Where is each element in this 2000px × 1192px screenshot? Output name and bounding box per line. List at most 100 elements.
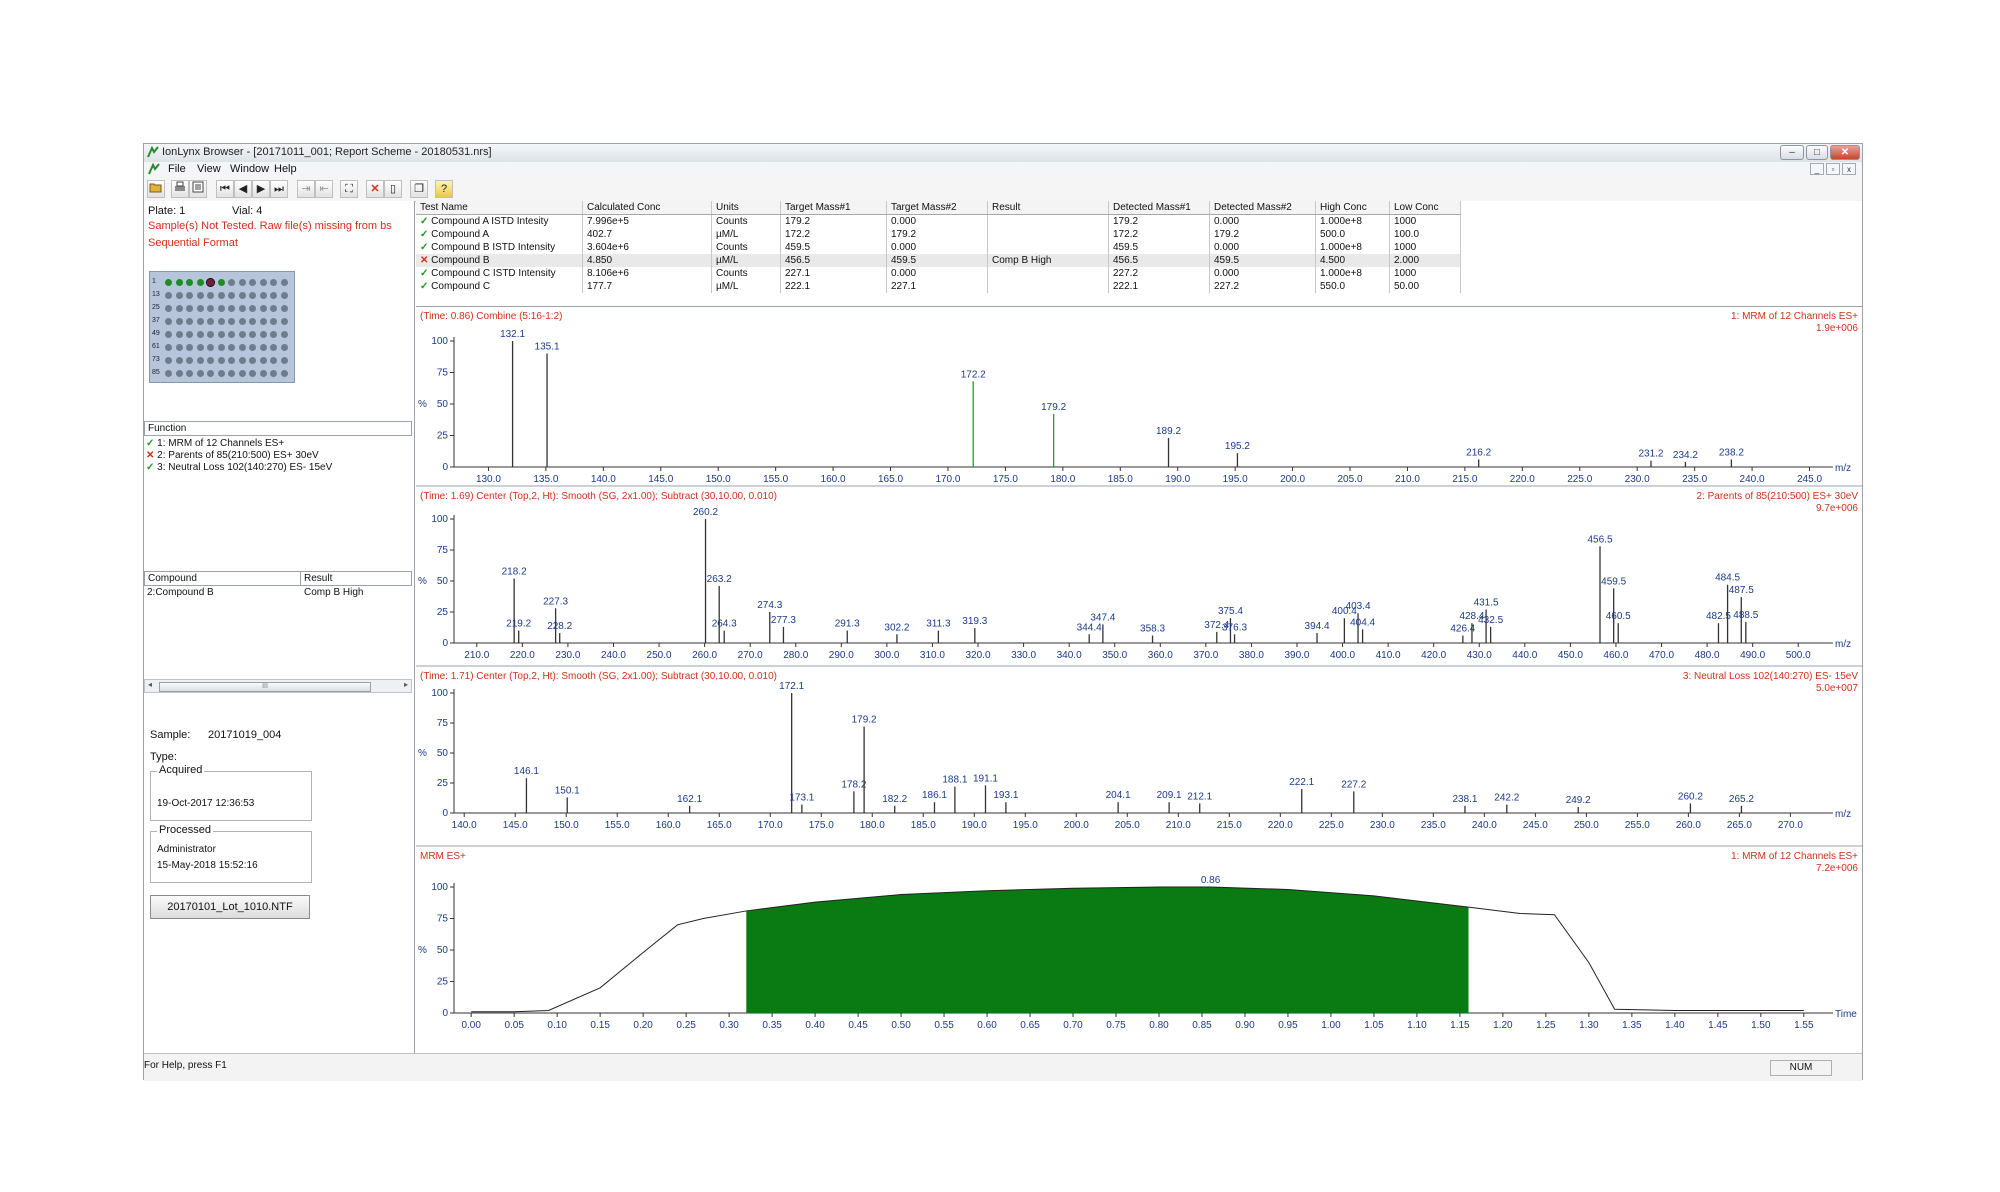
table-cell[interactable]: 456.5 <box>1108 254 1210 267</box>
table-cell[interactable] <box>987 241 1109 254</box>
table-cell[interactable]: 8.106e+6 <box>582 267 712 280</box>
plate-well[interactable] <box>217 318 225 325</box>
plate-well[interactable] <box>280 279 288 286</box>
plate-well[interactable] <box>270 370 277 377</box>
plate-well[interactable] <box>196 331 204 338</box>
plate-well[interactable] <box>217 370 225 377</box>
table-cell[interactable]: 3.604e+6 <box>582 241 712 254</box>
table-cell[interactable]: 2.000 <box>1389 254 1461 267</box>
table-cell[interactable]: 50.00 <box>1389 280 1461 293</box>
mdi-close-button[interactable]: x <box>1842 163 1856 175</box>
mdi-minimize-button[interactable]: _ <box>1810 163 1824 175</box>
plate-well[interactable] <box>175 279 183 286</box>
plate-well[interactable] <box>259 279 267 286</box>
table-cell[interactable]: 0.000 <box>886 267 988 280</box>
print-icon[interactable] <box>171 180 189 198</box>
plate-well[interactable] <box>207 344 214 351</box>
plate-well[interactable] <box>249 331 256 338</box>
plate-well[interactable] <box>228 357 235 364</box>
plate-well[interactable] <box>270 318 277 325</box>
plate-well[interactable] <box>270 292 277 299</box>
function-item-3[interactable]: ✓ 3: Neutral Loss 102(140:270) ES- 15eV <box>146 462 332 474</box>
plate-well[interactable] <box>196 292 204 299</box>
table-cell[interactable]: 179.2 <box>1108 214 1210 228</box>
column-header[interactable]: Low Conc <box>1389 201 1461 215</box>
plate-well[interactable] <box>228 292 235 299</box>
plate-well[interactable] <box>175 344 183 351</box>
plate-well[interactable] <box>175 331 183 338</box>
table-cell[interactable]: 1000 <box>1389 267 1461 280</box>
zoom-in-icon[interactable]: ⇥ <box>297 180 315 198</box>
plate-well[interactable] <box>259 331 267 338</box>
table-cell[interactable]: 459.5 <box>1209 254 1316 267</box>
plate-well[interactable] <box>207 331 214 338</box>
column-header[interactable]: Calculated Conc <box>582 201 712 215</box>
compound-column-header[interactable]: Compound <box>144 571 301 586</box>
plate-well[interactable] <box>238 344 246 351</box>
column-header[interactable]: Detected Mass#1 <box>1108 201 1210 215</box>
copy-icon[interactable]: ❐ <box>410 180 428 198</box>
plate-map[interactable]: 1 13 25 37 49 61 73 85 <box>149 271 295 383</box>
table-row[interactable]: ✓ Compound C ISTD Intensity 8.106e+6 Count… <box>416 267 1461 280</box>
plate-well[interactable] <box>165 318 172 325</box>
plate-well[interactable] <box>175 305 183 312</box>
plate-well[interactable] <box>196 318 204 325</box>
table-cell[interactable]: 222.1 <box>780 280 887 293</box>
next-icon[interactable]: ▶ <box>252 180 270 198</box>
column-header[interactable]: Target Mass#2 <box>886 201 988 215</box>
table-cell[interactable] <box>987 280 1109 293</box>
plate-well[interactable] <box>259 370 267 377</box>
table-cell[interactable]: 100.0 <box>1389 228 1461 241</box>
last-icon[interactable]: ⏭ <box>270 180 288 198</box>
table-cell[interactable]: 0.000 <box>886 214 988 228</box>
plate-well[interactable] <box>280 318 288 325</box>
plate-well[interactable] <box>186 318 193 325</box>
plate-well[interactable] <box>165 279 172 286</box>
result-column-header[interactable]: Result <box>300 571 412 586</box>
delete-icon[interactable]: ✕ <box>366 180 384 198</box>
result-cell[interactable]: Comp B High <box>304 587 363 598</box>
table-cell[interactable]: 179.2 <box>886 228 988 241</box>
plate-well[interactable] <box>186 357 193 364</box>
first-icon[interactable]: ⏮ <box>216 180 234 198</box>
plate-well[interactable] <box>217 357 225 364</box>
table-cell[interactable]: 402.7 <box>582 228 712 241</box>
table-cell[interactable]: 0.000 <box>886 241 988 254</box>
plate-well[interactable] <box>249 279 256 286</box>
table-cell[interactable]: ✕ Compound B <box>416 254 583 267</box>
function-item-2[interactable]: ✕ 2: Parents of 85(210:500) ES+ 30eV <box>146 450 332 462</box>
open-folder-icon[interactable] <box>147 180 165 198</box>
plate-well[interactable] <box>259 305 267 312</box>
table-cell[interactable]: 459.5 <box>1108 241 1210 254</box>
plate-well[interactable] <box>186 331 193 338</box>
plate-well[interactable] <box>280 292 288 299</box>
scroll-thumb[interactable]: III <box>159 682 371 692</box>
mdi-restore-button[interactable]: ▫ <box>1826 163 1840 175</box>
plate-well[interactable] <box>196 305 204 312</box>
horizontal-scrollbar[interactable]: ◂ III ▸ <box>144 679 412 693</box>
plate-well[interactable] <box>196 357 204 364</box>
plate-well[interactable] <box>280 344 288 351</box>
table-cell[interactable]: Counts <box>711 267 781 280</box>
menu-file[interactable]: File <box>168 163 186 175</box>
table-cell[interactable]: Counts <box>711 214 781 228</box>
table-cell[interactable]: 1000 <box>1389 214 1461 228</box>
plate-well[interactable] <box>175 292 183 299</box>
file-button[interactable]: 20170101_Lot_1010.NTF <box>150 895 310 919</box>
plate-well[interactable] <box>217 331 225 338</box>
plate-well[interactable] <box>228 370 235 377</box>
column-header[interactable]: Detected Mass#2 <box>1209 201 1316 215</box>
table-cell[interactable]: 1.000e+8 <box>1315 241 1390 254</box>
scroll-right-icon[interactable]: ▸ <box>404 680 408 689</box>
plate-well[interactable] <box>196 279 204 286</box>
plate-well[interactable] <box>238 305 246 312</box>
plate-well[interactable] <box>165 344 172 351</box>
plate-well[interactable] <box>249 318 256 325</box>
table-cell[interactable]: µM/L <box>711 280 781 293</box>
table-cell[interactable]: µM/L <box>711 228 781 241</box>
table-cell[interactable]: 550.0 <box>1315 280 1390 293</box>
spectra-svg[interactable]: (Time: 0.86) Combine (5:16-1:2) 1: MRM of… <box>416 307 1862 1053</box>
print-preview-icon[interactable] <box>189 180 207 198</box>
plate-well[interactable] <box>196 370 204 377</box>
plate-well[interactable] <box>217 344 225 351</box>
